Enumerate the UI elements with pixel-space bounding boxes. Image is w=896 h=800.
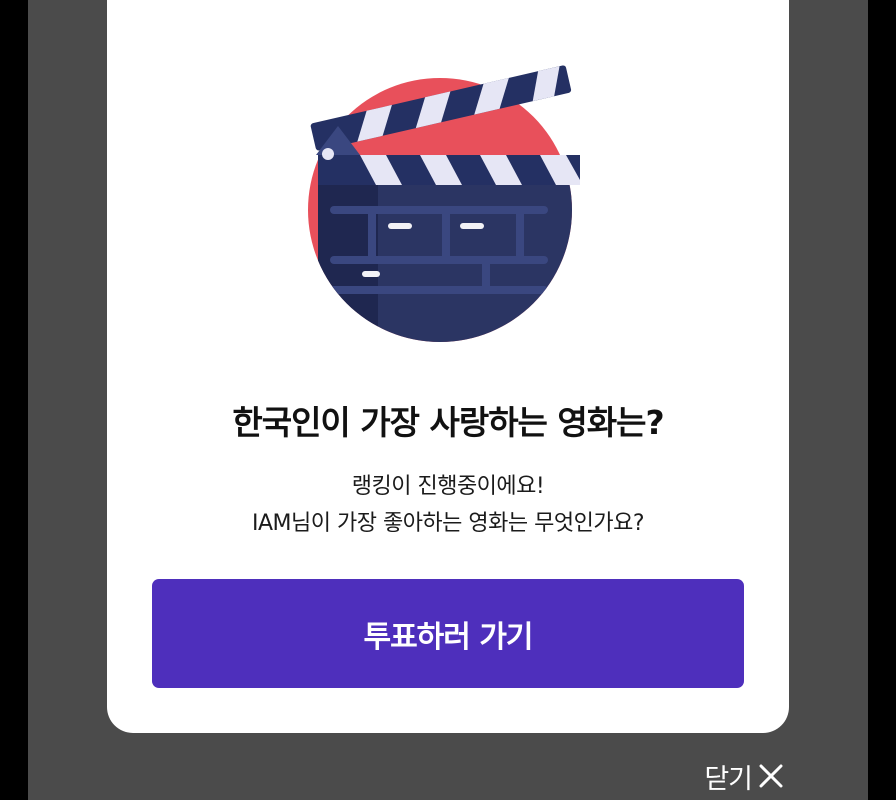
description-line-2: IAM님이 가장 좋아하는 영화는 무엇인가요? <box>251 511 645 536</box>
close-label: 닫기 <box>704 763 753 795</box>
modal-description: 랭킹이 진행중이에요! IAM님이 가장 좋아하는 영화는 무엇인가요? <box>107 468 789 542</box>
close-icon <box>759 764 783 788</box>
description-line-1: 랭킹이 진행중이에요! <box>351 474 545 499</box>
modal-title: 한국인이 가장 사랑하는 영화는? <box>232 403 664 442</box>
close-button[interactable]: 닫기 <box>704 756 786 796</box>
clapperboard-icon <box>308 65 580 342</box>
vote-button[interactable]: 투표하러 가기 <box>152 579 744 688</box>
